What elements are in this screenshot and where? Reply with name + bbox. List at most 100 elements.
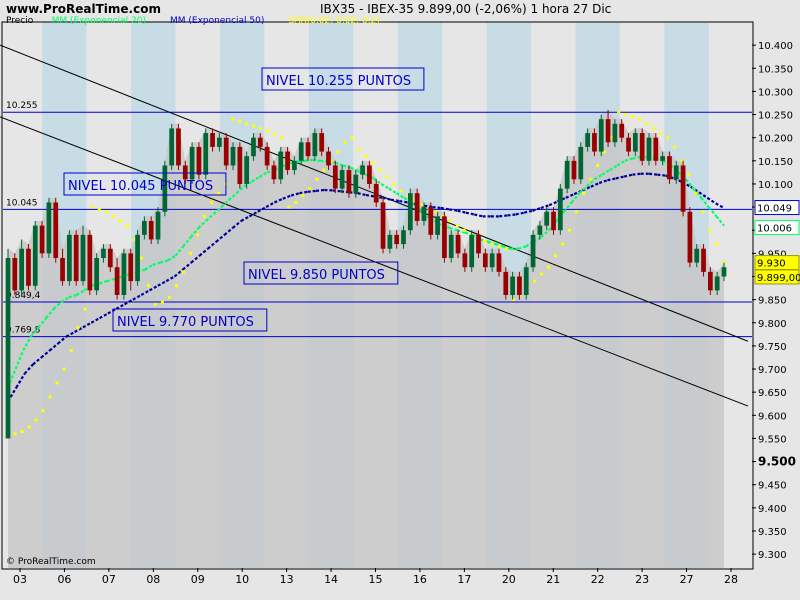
sar-dot [34,418,38,422]
y-tick-label: 9.600 [758,411,787,422]
sar-dot [448,219,452,223]
candle-body [107,248,113,268]
candle-body [489,253,495,268]
candle-body [496,253,502,272]
x-tick-label: 09 [191,573,205,586]
sar-dot [13,432,17,436]
candle-body [680,165,686,212]
sar-dot [694,191,698,195]
candle-body [469,234,475,268]
sar-dot [111,214,115,218]
candle-body [612,123,618,143]
sar-dot [104,210,108,214]
candle-body [571,160,577,180]
candle-body [223,137,229,166]
candle-body [367,165,372,184]
sar-dot [715,242,719,246]
legend-item: SAR(0,02; 0,02; 0,2) [288,16,380,26]
y-tick-label: 10.200 [758,134,793,145]
sar-dot [532,279,536,283]
sar-dot [280,136,284,140]
candle-body [32,225,38,286]
candle-body [142,220,147,235]
candle-body [230,146,236,166]
candle-body [332,165,338,189]
sar-dot [687,173,691,177]
sar-dot [287,205,291,209]
right-label-text: 10.006 [757,223,792,234]
candle-body [128,253,134,282]
candle-body [673,165,679,180]
candle-body [326,151,331,166]
candle-body [401,230,406,245]
y-tick-label: 10.400 [758,41,793,52]
sar-dot [357,147,361,151]
sar-dot [497,244,501,248]
x-tick-label: 13 [280,573,294,586]
candle-body [455,234,461,254]
sar-dot [554,254,558,258]
candle-body [189,146,195,180]
sar-dot [196,233,200,237]
candle-body [646,137,652,161]
sar-dot [638,117,642,121]
y-tick-label: 9.850 [758,296,787,307]
sar-dot [385,175,389,179]
sar-dot [210,200,214,204]
candle-body [319,133,325,152]
y-tick-label: 9.350 [758,527,787,538]
candle-body [285,151,290,171]
y-tick-label: 10.300 [758,87,793,98]
right-price-label: 10.049 [754,200,800,216]
candle-body [210,133,215,147]
sar-dot [462,228,466,232]
level-left-label: 9.849,4 [6,291,41,301]
candle-body [407,193,413,231]
candle-body [121,253,127,295]
candle-body [605,119,611,143]
candle-body [353,174,359,194]
right-label-text: 9.899,00 [757,273,800,284]
x-tick-label: 16 [413,573,427,586]
sar-dot [483,240,487,244]
candle-body [537,225,543,235]
candle-body [292,160,297,171]
sar-dot [41,409,45,413]
sar-dot [624,113,628,117]
sar-dot [490,242,494,246]
sar-dot [217,191,221,195]
sar-dot [90,205,94,209]
y-tick-label: 9.750 [758,342,787,353]
y-tick-label: 9.650 [758,388,787,399]
candle-body [632,133,638,152]
sar-dot [252,124,256,128]
candle-body [196,146,202,175]
x-tick-label: 22 [591,573,605,586]
sar-dot [301,194,305,198]
sar-dot [245,122,249,126]
sar-dot [378,168,382,172]
right-label-text: 9.930 [757,259,786,270]
candle-body [373,183,379,203]
sar-dot [273,132,277,136]
sar-dot [350,136,354,140]
candle-body [251,137,256,157]
x-tick-label: 06 [57,573,71,586]
candle-body [462,253,468,268]
sar-dot [76,325,80,329]
sar-dot [666,136,670,140]
candle-body [305,142,311,157]
candle-body [101,248,106,258]
x-tick-label: 10 [235,573,249,586]
chart-frame: 10.25510.0459.849,49.769,8 NIVEL 10.255 … [0,0,800,600]
candle-body [114,267,120,295]
sar-dot [189,251,193,255]
sar-dot [364,154,368,158]
candle-body [346,170,352,194]
sar-dot [589,177,593,181]
candle-body [482,253,488,268]
candle-body [60,257,65,282]
candle-body [598,119,604,152]
candle-body [448,234,454,258]
candle-body [503,271,509,295]
